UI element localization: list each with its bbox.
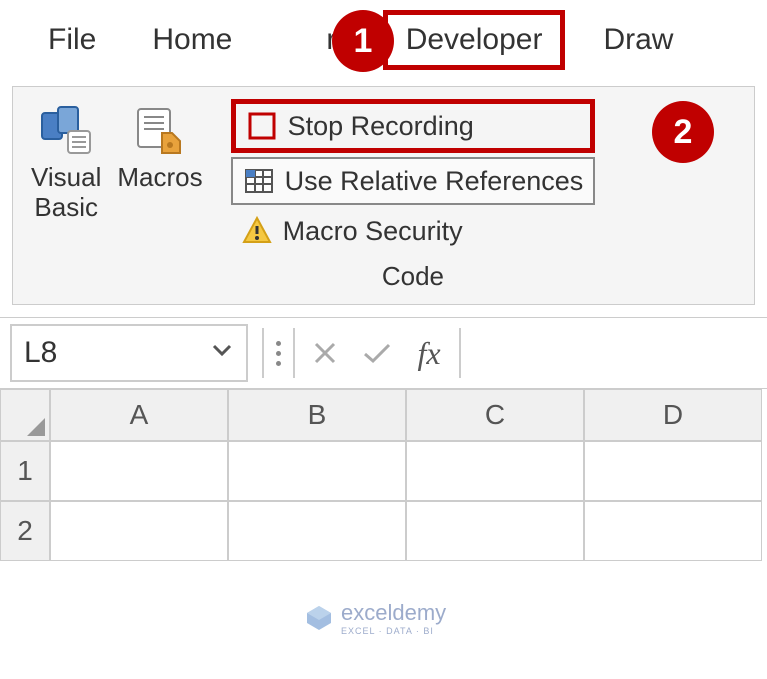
cancel-button[interactable] [299,327,351,379]
stop-recording-icon [246,110,278,142]
callout-1: 1 [332,10,394,72]
macros-label: Macros [117,163,202,193]
watermark-text-group: exceldemy EXCEL · DATA · BI [341,600,446,636]
col-header-c[interactable]: C [406,389,584,441]
formula-bar: L8 fx [0,317,767,389]
watermark-sub: EXCEL · DATA · BI [341,626,446,636]
ribbon-developer: VisualBasic Macros Stop Recording [12,86,755,305]
watermark: exceldemy EXCEL · DATA · BI [305,600,446,636]
cell[interactable] [228,501,406,561]
grid-row: 1 [0,441,767,501]
cell[interactable] [50,441,228,501]
ribbon-small-buttons: Stop Recording Use Relative References [221,99,606,253]
cell[interactable] [228,441,406,501]
callout-2: 2 [652,101,714,163]
tab-file[interactable]: File [30,15,114,65]
ribbon-large-buttons: VisualBasic Macros [13,99,221,292]
cell[interactable] [584,501,762,561]
stop-recording-label: Stop Recording [288,111,474,142]
fx-button[interactable]: fx [403,327,455,379]
cell[interactable] [406,501,584,561]
divider [293,328,295,378]
visual-basic-button[interactable]: VisualBasic [27,99,105,292]
tab-draw[interactable]: Draw [585,15,691,65]
use-relative-references-button[interactable]: Use Relative References [231,157,596,205]
col-header-d[interactable]: D [584,389,762,441]
relative-references-icon [243,165,275,197]
name-box-value: L8 [24,336,210,370]
divider [262,328,264,378]
visual-basic-icon [38,103,94,157]
ribbon-tabs: File Home 1 rt Developer Draw [0,0,767,80]
check-icon [361,339,393,367]
column-headers: A B C D [0,389,767,441]
use-relative-label: Use Relative References [285,166,584,197]
col-header-a[interactable]: A [50,389,228,441]
watermark-logo-icon [305,604,333,632]
select-all-corner[interactable] [0,389,50,441]
macro-security-icon [241,215,273,247]
visual-basic-label: VisualBasic [31,163,101,223]
name-box[interactable]: L8 [10,324,248,382]
spreadsheet-grid: A B C D 1 2 [0,389,767,561]
tab-developer[interactable]: Developer [383,10,566,70]
macros-button[interactable]: Macros [113,99,206,292]
divider [459,328,461,378]
row-header-1[interactable]: 1 [0,441,50,501]
col-header-b[interactable]: B [228,389,406,441]
cell[interactable] [50,501,228,561]
chevron-down-icon[interactable] [210,337,234,369]
tab-home[interactable]: Home [134,15,250,65]
macro-security-label: Macro Security [283,216,463,247]
group-label-code: Code [221,261,606,292]
row-header-2[interactable]: 2 [0,501,50,561]
cell[interactable] [406,441,584,501]
cell[interactable] [584,441,762,501]
drag-handle-icon[interactable] [268,341,289,366]
watermark-brand: exceldemy [341,600,446,626]
grid-row: 2 [0,501,767,561]
stop-recording-button[interactable]: Stop Recording [231,99,596,153]
macro-security-button[interactable]: Macro Security [231,209,596,253]
cancel-icon [311,339,339,367]
macros-icon [132,103,188,157]
enter-button[interactable] [351,327,403,379]
